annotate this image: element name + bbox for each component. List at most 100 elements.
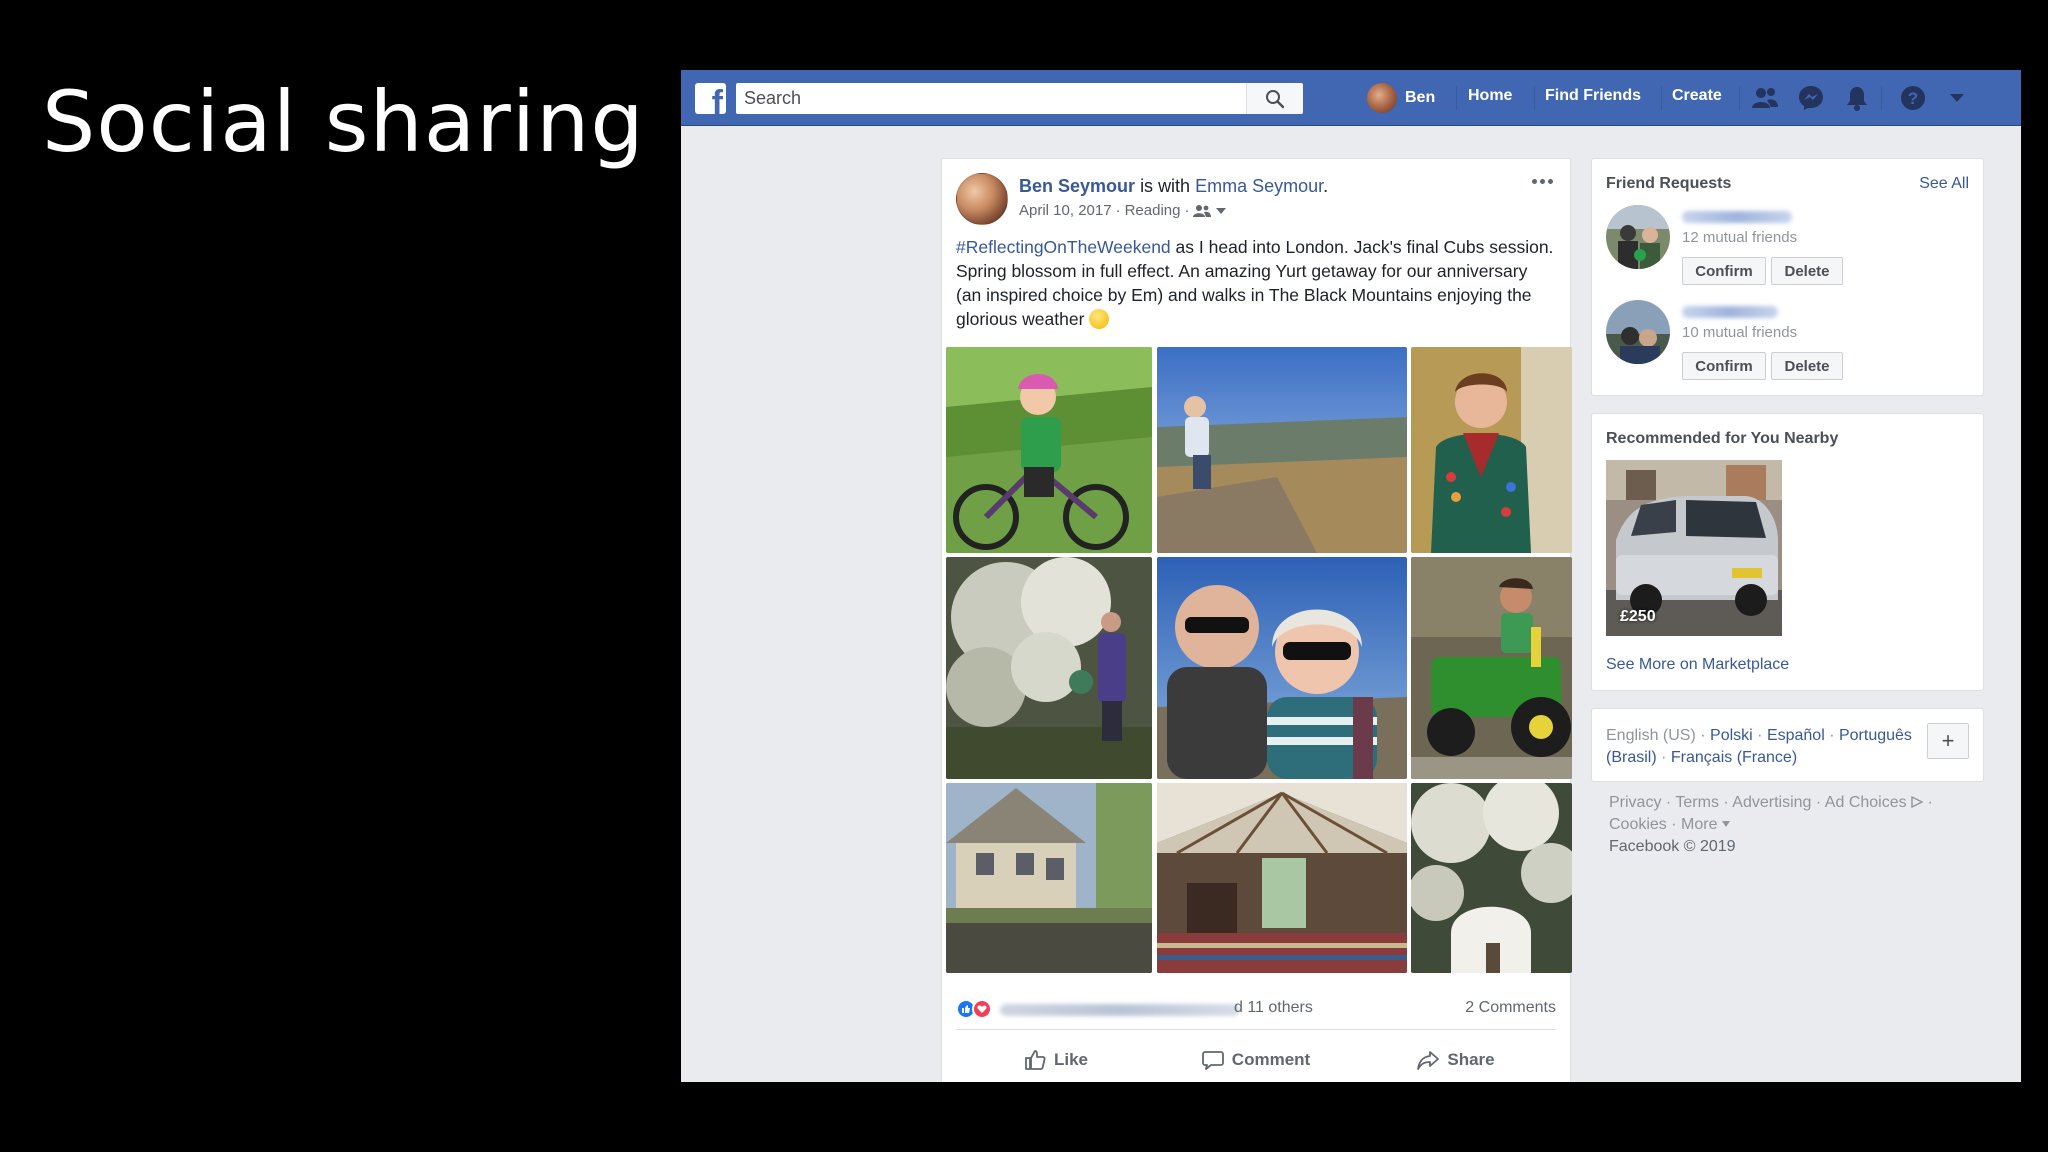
share-button[interactable]: Share: [1356, 1037, 1556, 1082]
post-header: Ben Seymour is with Emma Seymour.: [1019, 176, 1328, 197]
help-icon[interactable]: ?: [1899, 84, 1927, 112]
svg-text:?: ?: [1908, 89, 1918, 108]
copyright-text: Facebook © 2019: [1609, 838, 1736, 855]
footer-link-more[interactable]: More: [1681, 816, 1717, 833]
recommended-nearby-card: Recommended for You Nearby £250 See More…: [1591, 413, 1984, 691]
more-chevron-down-icon[interactable]: [1721, 821, 1730, 827]
footer-link-cookies[interactable]: Cookies: [1609, 816, 1667, 833]
post-location[interactable]: Reading: [1125, 202, 1181, 219]
language-option[interactable]: Français (France): [1671, 749, 1797, 766]
post-date[interactable]: April 10, 2017: [1019, 202, 1112, 219]
footer-link-terms[interactable]: Terms: [1675, 794, 1719, 811]
comments-count[interactable]: 2 Comments: [1465, 999, 1556, 1017]
post-photo-9[interactable]: [1411, 783, 1572, 973]
comment-bubble-icon: [1201, 1051, 1224, 1070]
post-photo-8[interactable]: [1157, 783, 1407, 973]
messenger-icon[interactable]: [1797, 84, 1825, 112]
meta-separator: ·: [1184, 202, 1190, 219]
post-actions: Like Comment Share: [956, 1037, 1556, 1082]
nav-home[interactable]: Home: [1468, 87, 1512, 105]
nav-divider: [1881, 86, 1882, 110]
post-photo-3[interactable]: [1411, 347, 1572, 553]
search-button[interactable]: [1246, 83, 1303, 114]
blurred-friend-name[interactable]: [1682, 306, 1778, 318]
nav-divider: [1661, 86, 1662, 110]
mutual-friends-text[interactable]: 12 mutual friends: [1682, 229, 1797, 246]
nav-find-friends[interactable]: Find Friends: [1545, 87, 1641, 105]
nav-create[interactable]: Create: [1672, 87, 1722, 105]
with-text: is with: [1140, 176, 1191, 196]
reactions-others-text[interactable]: d 11 others: [1234, 999, 1313, 1017]
like-button[interactable]: Like: [956, 1037, 1156, 1082]
profile-link[interactable]: Ben: [1367, 81, 1435, 115]
like-label: Like: [1053, 1050, 1089, 1069]
language-option[interactable]: Español: [1767, 727, 1825, 744]
add-language-plus-button[interactable]: +: [1927, 723, 1969, 759]
facebook-window: f Ben Home Find Friends Create: [681, 70, 2021, 1082]
post-photo-6[interactable]: [1411, 557, 1572, 779]
friend-request-avatar[interactable]: [1606, 300, 1670, 364]
love-reaction-icon: [972, 999, 992, 1019]
avatar: [1367, 83, 1397, 113]
language-card: English (US) · Polski · Español · Portug…: [1591, 708, 1984, 782]
recommended-title: Recommended for You Nearby: [1606, 430, 1839, 447]
divider: [956, 1029, 1556, 1030]
post-options-more-icon[interactable]: [1532, 175, 1556, 187]
post-photo-1[interactable]: [946, 347, 1152, 553]
facebook-logo-icon[interactable]: f: [695, 83, 726, 114]
post-author-link[interactable]: Ben Seymour: [1019, 176, 1135, 196]
nav-divider: [1534, 86, 1535, 110]
search-input[interactable]: [736, 83, 1246, 114]
current-language: English (US): [1606, 727, 1696, 744]
comment-button[interactable]: Comment: [1156, 1037, 1356, 1082]
reaction-icons: [956, 999, 996, 1019]
footer-link-ad-choices[interactable]: Ad Choices: [1825, 794, 1907, 811]
post-photo-4[interactable]: [946, 557, 1152, 779]
tagged-person-link[interactable]: Emma Seymour: [1195, 176, 1323, 196]
mutual-friends-text[interactable]: 10 mutual friends: [1682, 324, 1797, 341]
top-navigation-bar: f Ben Home Find Friends Create: [681, 70, 2021, 126]
ad-choices-icon: [1911, 795, 1924, 809]
nav-divider: [1739, 86, 1740, 110]
friend-requests-title: Friend Requests: [1606, 175, 1732, 192]
blurred-friend-name[interactable]: [1682, 211, 1792, 223]
slide-title: Social sharing: [42, 73, 645, 171]
thumbs-up-icon: [1025, 1050, 1046, 1070]
post-photo-7[interactable]: [946, 783, 1152, 973]
post-photo-5[interactable]: [1157, 557, 1407, 779]
nav-divider: [1456, 86, 1457, 110]
share-label: Share: [1447, 1050, 1495, 1069]
post-author-avatar[interactable]: [956, 173, 1008, 225]
search-box[interactable]: [736, 83, 1246, 114]
footer-link-advertising[interactable]: Advertising: [1732, 794, 1811, 811]
language-option[interactable]: Polski: [1710, 727, 1753, 744]
language-list: English (US) · Polski · Español · Portug…: [1606, 727, 1912, 766]
delete-button[interactable]: Delete: [1771, 352, 1843, 380]
account-menu-chevron-down-icon[interactable]: [1943, 84, 1971, 112]
price-label: £250: [1620, 608, 1656, 625]
smile-emoji-icon: [1089, 309, 1110, 329]
post-photo-2[interactable]: [1157, 347, 1407, 553]
marketplace-item-photo[interactable]: £250: [1606, 460, 1782, 636]
comment-label: Comment: [1231, 1050, 1311, 1069]
friend-request-avatar[interactable]: [1606, 205, 1670, 269]
audience-chevron-down-icon[interactable]: [1215, 207, 1227, 215]
friend-requests-card: Friend Requests See All 12 mutual friend…: [1591, 158, 1984, 396]
audience-friends-icon[interactable]: [1193, 204, 1212, 218]
footer-link-privacy[interactable]: Privacy: [1609, 794, 1661, 811]
confirm-button[interactable]: Confirm: [1682, 352, 1766, 380]
post-text: #ReflectingOnTheWeekend as I head into L…: [956, 235, 1556, 331]
see-all-link[interactable]: See All: [1919, 175, 1969, 193]
share-arrow-icon: [1417, 1051, 1440, 1070]
delete-button[interactable]: Delete: [1771, 257, 1843, 285]
search-icon: [1266, 89, 1285, 108]
reactions-summary[interactable]: d 11 others 2 Comments: [956, 995, 1556, 1023]
period: .: [1323, 176, 1329, 196]
hashtag-link[interactable]: #ReflectingOnTheWeekend: [956, 237, 1171, 257]
post-meta: April 10, 2017 · Reading ·: [1019, 202, 1227, 219]
meta-separator: ·: [1115, 202, 1121, 219]
see-more-marketplace-link[interactable]: See More on Marketplace: [1606, 656, 1789, 674]
notifications-bell-icon[interactable]: [1843, 84, 1871, 112]
confirm-button[interactable]: Confirm: [1682, 257, 1766, 285]
friend-requests-icon[interactable]: [1751, 84, 1779, 112]
